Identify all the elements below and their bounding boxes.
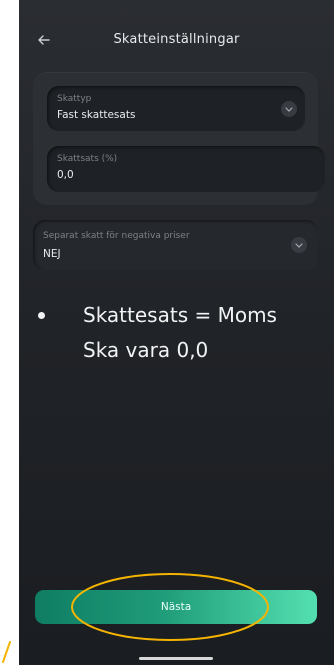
header: Skatteinställningar — [19, 22, 334, 62]
tax-type-label: Skattyp — [57, 94, 92, 104]
negative-prices-select[interactable]: Separat skatt för negativa priser NEJ — [33, 220, 318, 270]
annotation-line-2: Ska vara 0,0 — [83, 338, 209, 362]
chevron-down-icon — [281, 101, 297, 117]
annotation-line-1: Skattesats = Moms — [83, 303, 277, 327]
negative-prices-value: NEJ — [43, 248, 61, 260]
negative-prices-label: Separat skatt för negativa priser — [43, 231, 190, 241]
chevron-down-icon — [291, 237, 307, 253]
home-indicator — [139, 657, 213, 660]
tax-rate-field[interactable]: Skattsats (%) 0,0 — [47, 146, 325, 192]
page-title: Skatteinställningar — [113, 32, 240, 47]
tax-type-select[interactable]: Skattyp Fast skattesats — [47, 86, 305, 131]
tax-settings-card: Skattyp Fast skattesats Skattsats (%) 0,… — [33, 72, 325, 205]
bullet-dot — [38, 312, 45, 319]
next-button[interactable]: Nästa — [35, 590, 317, 624]
highlight-pointer — [2, 641, 11, 663]
tax-type-value: Fast skattesats — [57, 109, 136, 121]
tax-rate-label: Skattsats (%) — [57, 154, 118, 164]
tax-rate-value: 0,0 — [57, 169, 74, 181]
app-screen: Skatteinställningar Skattyp Fast skattes… — [19, 0, 334, 665]
